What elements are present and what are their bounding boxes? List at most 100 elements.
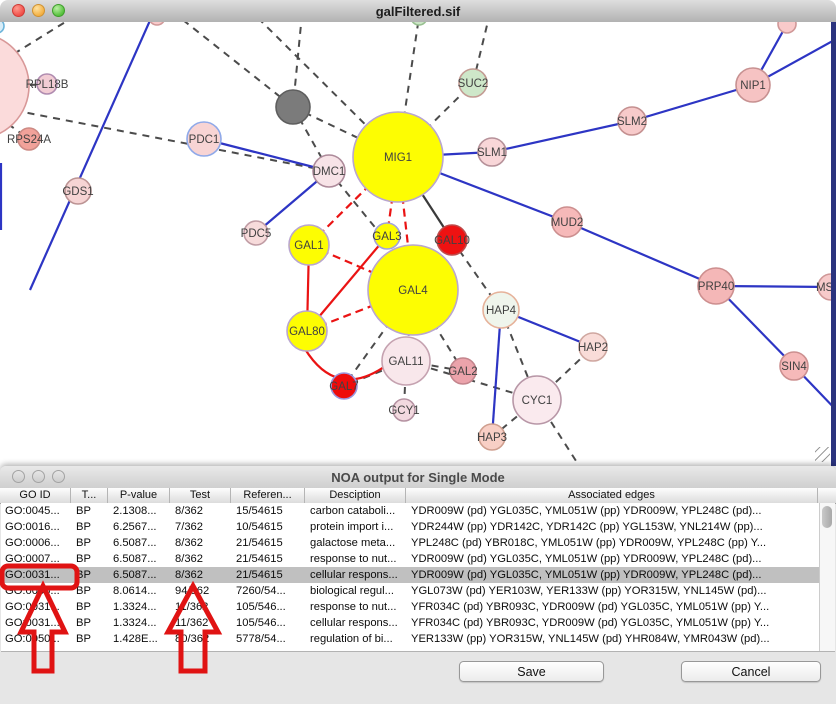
minimize-button-icon[interactable] — [32, 4, 45, 17]
column-header-pvalue[interactable]: P-value — [108, 488, 170, 503]
noa-window-titlebar[interactable]: NOA output for Single Mode — [0, 466, 836, 489]
zoom-button-icon[interactable] — [52, 4, 65, 17]
table-cell: BP — [72, 551, 109, 567]
column-header-test[interactable]: Test — [170, 488, 231, 503]
node-label-GAL2: GAL2 — [448, 366, 477, 378]
table-cell: 7/362 — [171, 519, 232, 535]
table-cell: 105/546... — [232, 615, 306, 631]
table-cell: 105/546... — [232, 599, 306, 615]
vertical-scrollbar[interactable] — [819, 503, 835, 651]
node-label-GCY1: GCY1 — [388, 405, 419, 417]
column-header-associatededges[interactable]: Associated edges — [406, 488, 818, 503]
node-partial-top-2[interactable] — [411, 22, 427, 25]
table-cell: carbon cataboli... — [306, 503, 407, 519]
table-cell: BP — [72, 583, 109, 599]
table-cell: YER133W (pp) YOR315W, YNL145W (pd) YHR08… — [407, 631, 819, 647]
table-row[interactable]: GO:0031...BP1.3324...11/362105/546...res… — [1, 599, 835, 615]
node-label-DMC1: DMC1 — [313, 166, 346, 178]
node-label-HAP4: HAP4 — [486, 305, 517, 317]
table-cell: 1.3324... — [109, 615, 171, 631]
node-gray-node[interactable] — [276, 90, 310, 124]
table-cell: BP — [72, 631, 109, 647]
table-row[interactable]: GO:0007...BP6.5087...8/36221/54615respon… — [1, 551, 835, 567]
node-label-HAP3: HAP3 — [477, 432, 507, 444]
edge-dash — [12, 22, 75, 55]
node-label-SUC2: SUC2 — [458, 78, 489, 90]
table-cell: YDR244W (pp) YDR142C, YDR142C (pp) YGL15… — [407, 519, 819, 535]
node-label-NIP1: NIP1 — [740, 80, 766, 92]
column-header-goid[interactable]: GO ID — [0, 488, 71, 503]
table-cell: response to nut... — [306, 599, 407, 615]
table-row[interactable]: GO:0065...BP8.0614...94/3627260/54...bio… — [1, 583, 835, 599]
network-window-titlebar[interactable]: galFiltered.sif — [0, 0, 836, 23]
table-cell: 10/54615 — [232, 519, 306, 535]
edge-blue — [30, 22, 152, 290]
node-label-SLM2: SLM2 — [617, 116, 647, 128]
network-canvas[interactable]: RPL18BRPS24AGDS1PDC1DMC1MIG1SUC2SLM1SLM2… — [0, 22, 836, 466]
table-cell: GO:0050... — [1, 631, 72, 647]
close-button-icon[interactable] — [12, 470, 25, 483]
column-header-referen[interactable]: Referen... — [231, 488, 305, 503]
table-cell: GO:0007... — [1, 551, 72, 567]
table-cell: galactose meta... — [306, 535, 407, 551]
node-label-SIN4: SIN4 — [781, 361, 807, 373]
node-label-GAL1: GAL1 — [294, 240, 323, 252]
table-cell: BP — [72, 599, 109, 615]
node-label-PRP40: PRP40 — [698, 281, 734, 293]
node-partial-top-1[interactable] — [149, 22, 165, 25]
close-button-icon[interactable] — [12, 4, 25, 17]
node-label-MUD2: MUD2 — [551, 217, 584, 229]
table-cell: 6.5087... — [109, 535, 171, 551]
cancel-button[interactable]: Cancel — [681, 661, 821, 682]
node-label-GAL80: GAL80 — [289, 326, 325, 338]
table-cell: 8/362 — [171, 567, 232, 583]
table-cell: 11/362 — [171, 615, 232, 631]
node-label-PDC5: PDC5 — [241, 228, 272, 240]
table-cell: 8.0614... — [109, 583, 171, 599]
table-cell: YGL073W (pd) YER103W, YER133W (pp) YOR31… — [407, 583, 819, 599]
column-header-t[interactable]: T... — [71, 488, 108, 503]
table-cell: GO:0031... — [1, 615, 72, 631]
table-cell: GO:0031... — [1, 599, 72, 615]
table-cell: cellular respons... — [306, 567, 407, 583]
edge-blue — [204, 139, 329, 171]
noa-window-title: NOA output for Single Mode — [331, 470, 505, 485]
scrollbar-thumb[interactable] — [822, 506, 832, 528]
table-row[interactable]: GO:0006...BP6.5087...8/36221/54615galact… — [1, 535, 835, 551]
node-label-GDS1: GDS1 — [62, 186, 93, 198]
table-cell: biological regul... — [306, 583, 407, 599]
table-cell: 6.2567... — [109, 519, 171, 535]
table-cell: 15/54615 — [232, 503, 306, 519]
dialog-button-bar: Save Cancel — [0, 651, 836, 704]
table-cell: YFR034C (pd) YBR093C, YDR009W (pd) YGL03… — [407, 599, 819, 615]
table-cell: 1.428E... — [109, 631, 171, 647]
edge-dash — [183, 22, 293, 107]
zoom-button-icon[interactable] — [52, 470, 65, 483]
table-row[interactable]: GO:0016...BP6.2567...7/36210/54615protei… — [1, 519, 835, 535]
table-cell: GO:0006... — [1, 535, 72, 551]
save-button[interactable]: Save — [459, 661, 604, 682]
table-header-row: GO IDT...P-valueTestReferen...Desciption… — [0, 488, 836, 504]
column-header-desciption[interactable]: Desciption — [305, 488, 406, 503]
node-label-PDC1: PDC1 — [189, 134, 220, 146]
table-cell: 21/54615 — [232, 551, 306, 567]
node-tiny-top-left[interactable] — [0, 22, 4, 33]
table-cell: 8/362 — [171, 503, 232, 519]
table-cell: 94/362 — [171, 583, 232, 599]
results-table[interactable]: GO:0045...BP2.1308...8/36215/54615carbon… — [1, 503, 835, 652]
table-cell: 11/362 — [171, 599, 232, 615]
table-cell: 6.5087... — [109, 567, 171, 583]
table-cell: YPL248C (pd) YBR018C, YML051W (pp) YDR00… — [407, 535, 819, 551]
table-cell: 5778/54... — [232, 631, 306, 647]
minimize-button-icon[interactable] — [32, 470, 45, 483]
table-row[interactable]: GO:0031...BP1.3324...11/362105/546...cel… — [1, 615, 835, 631]
table-row[interactable]: GO:0045...BP2.1308...8/36215/54615carbon… — [1, 503, 835, 519]
table-cell: GO:0065... — [1, 583, 72, 599]
table-row[interactable]: GO:0031...BP6.5087...8/36221/54615cellul… — [1, 567, 835, 583]
table-cell: response to nut... — [306, 551, 407, 567]
edge-blue — [492, 121, 632, 152]
node-partial-top-3[interactable] — [778, 22, 796, 33]
node-label-GAL7: GAL7 — [329, 381, 358, 393]
resize-grip-icon[interactable] — [815, 447, 830, 462]
table-row[interactable]: GO:0050...BP1.428E...80/3625778/54...reg… — [1, 631, 835, 647]
